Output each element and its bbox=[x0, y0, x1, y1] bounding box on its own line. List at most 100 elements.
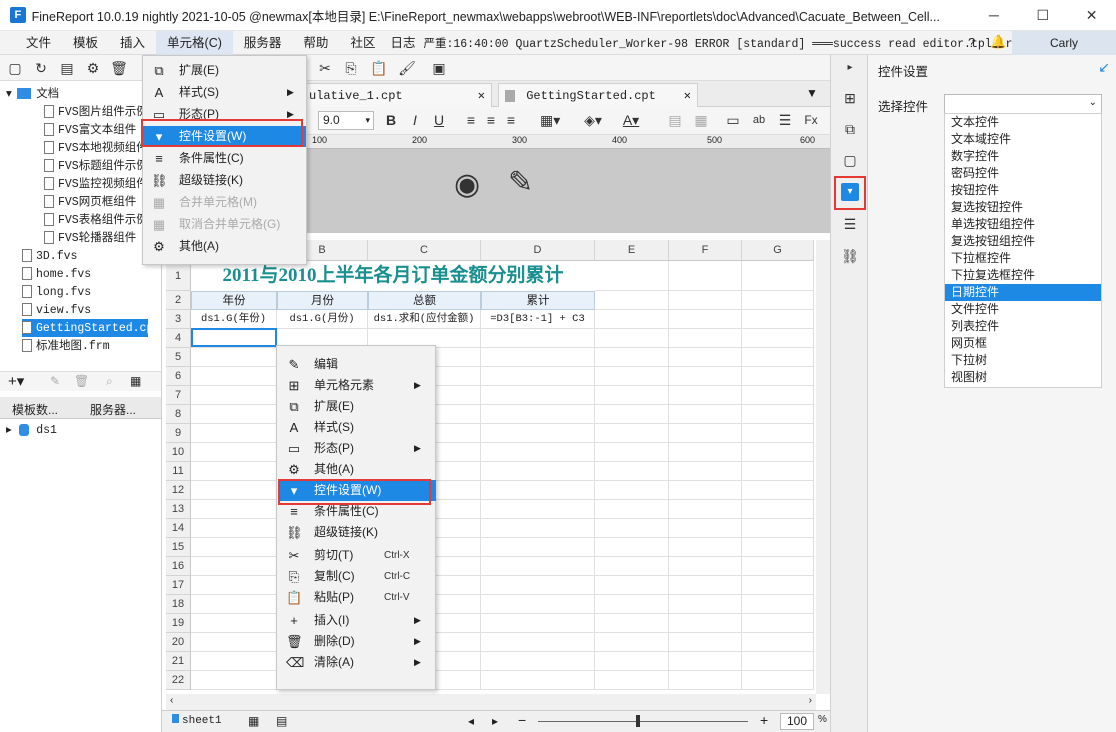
row-header[interactable]: 10 bbox=[166, 443, 191, 462]
context-menu-item[interactable]: ⛓ 超级链接(K) bbox=[278, 522, 436, 543]
row-header[interactable]: 18 bbox=[166, 595, 191, 614]
cell-menu-item[interactable]: ▦ 合并单元格(M) bbox=[143, 192, 306, 213]
row-header[interactable]: 6 bbox=[166, 367, 191, 386]
cell-menu-item[interactable]: ⛓ 超级链接(K) bbox=[143, 170, 306, 191]
cell-menu-item[interactable]: ▦ 取消合并单元格(G) bbox=[143, 214, 306, 235]
tab-server[interactable]: 服务器... bbox=[90, 401, 136, 418]
grid-cell[interactable] bbox=[742, 348, 814, 367]
maximize-button[interactable]: ☐ bbox=[1018, 0, 1067, 31]
file-item[interactable]: long.fvs bbox=[22, 283, 148, 301]
grid-cell[interactable] bbox=[191, 443, 277, 462]
grid-cell[interactable] bbox=[481, 595, 595, 614]
grid-cell[interactable] bbox=[481, 386, 595, 405]
context-menu-item[interactable]: ⎘ 复制(C) Ctrl-C bbox=[278, 566, 436, 587]
widget-option[interactable]: 下拉复选框控件 bbox=[945, 267, 1101, 284]
grid-cell[interactable] bbox=[742, 261, 814, 291]
bell-icon[interactable]: 🔔 bbox=[990, 34, 1006, 50]
hide-eye-icon[interactable]: ◉ bbox=[454, 167, 480, 202]
grid-cell[interactable] bbox=[191, 633, 277, 652]
cell-c3[interactable]: ds1.求和(应付金额) bbox=[368, 310, 481, 329]
grid-cell[interactable] bbox=[669, 671, 742, 690]
grid-cell[interactable] bbox=[742, 652, 814, 671]
grid-cell[interactable] bbox=[481, 405, 595, 424]
grid-cell[interactable] bbox=[191, 500, 277, 519]
cell-menu-item[interactable]: ⚙ 其他(A) bbox=[143, 236, 306, 257]
grid-cell[interactable] bbox=[595, 462, 669, 481]
align-right-icon[interactable]: ≡ bbox=[502, 111, 520, 129]
grid-cell[interactable] bbox=[669, 576, 742, 595]
font-color-icon[interactable]: A▾ bbox=[622, 111, 640, 129]
grid-cell[interactable] bbox=[595, 576, 669, 595]
tab-dataset[interactable]: 模板数... bbox=[12, 401, 58, 418]
style-icon[interactable]: ▢ bbox=[841, 151, 859, 169]
tree-root[interactable]: ▾ 文档 bbox=[6, 85, 59, 103]
zoom-in-icon[interactable]: + bbox=[760, 712, 768, 728]
grid-cell[interactable] bbox=[742, 576, 814, 595]
widget-option[interactable]: 列表控件 bbox=[945, 318, 1101, 335]
merge-icon[interactable]: ▤ bbox=[666, 111, 684, 129]
new-file-icon[interactable]: ▢ bbox=[6, 59, 24, 77]
context-menu-item[interactable]: ▾ 控件设置(W) bbox=[278, 480, 436, 501]
column-header[interactable]: E bbox=[595, 240, 669, 261]
grid-cell[interactable] bbox=[481, 671, 595, 690]
zoom-slider[interactable] bbox=[538, 721, 748, 722]
row-header[interactable]: 8 bbox=[166, 405, 191, 424]
grid-cell[interactable] bbox=[742, 291, 814, 310]
formula-icon[interactable]: Fx bbox=[802, 111, 820, 129]
grid-cell[interactable] bbox=[481, 538, 595, 557]
grid-cell[interactable] bbox=[481, 424, 595, 443]
grid-cell[interactable] bbox=[481, 633, 595, 652]
grid-cell[interactable] bbox=[481, 443, 595, 462]
context-menu-item[interactable]: ⧉ 扩展(E) bbox=[278, 396, 436, 417]
settings-icon[interactable]: ⚙ bbox=[84, 59, 102, 77]
grid-cell[interactable] bbox=[481, 614, 595, 633]
sheet-tab[interactable]: sheet1 bbox=[172, 714, 222, 727]
row-header[interactable]: 15 bbox=[166, 538, 191, 557]
grid-cell[interactable] bbox=[595, 652, 669, 671]
grid-cell[interactable] bbox=[191, 481, 277, 500]
file-item[interactable]: home.fvs bbox=[22, 265, 148, 283]
edit-icon[interactable]: ✎ bbox=[50, 374, 60, 388]
grid-cell[interactable] bbox=[669, 595, 742, 614]
file-item-selected[interactable]: GettingStarted.cpt bbox=[22, 319, 148, 337]
context-menu-item[interactable]: ✎ 编辑 bbox=[278, 354, 436, 375]
grid-cell[interactable] bbox=[595, 386, 669, 405]
add-sheet-icon[interactable]: ▦ bbox=[248, 714, 259, 728]
cell-a3[interactable]: ds1.G(年份) bbox=[191, 310, 277, 329]
grid-cell[interactable] bbox=[742, 671, 814, 690]
row-header[interactable]: 3 bbox=[166, 310, 191, 329]
widget-settings-icon[interactable]: ▾ bbox=[841, 183, 859, 201]
vertical-scrollbar[interactable] bbox=[816, 240, 830, 694]
grid-cell[interactable] bbox=[191, 386, 277, 405]
menu-cell[interactable]: 单元格(C) bbox=[156, 30, 233, 55]
grid-cell[interactable] bbox=[191, 671, 277, 690]
dataset-item[interactable]: ▸ ds1 bbox=[6, 421, 57, 439]
row-header[interactable]: 5 bbox=[166, 348, 191, 367]
widget-option[interactable]: 数字控件 bbox=[945, 148, 1101, 165]
header-year[interactable]: 年份 bbox=[191, 291, 277, 310]
grid-cell[interactable] bbox=[595, 557, 669, 576]
paste-icon[interactable]: 📋 bbox=[370, 59, 388, 77]
column-header[interactable]: G bbox=[742, 240, 814, 261]
grid-cell[interactable] bbox=[595, 424, 669, 443]
close-icon[interactable]: ✕ bbox=[478, 84, 485, 108]
widget-option[interactable]: 按钮控件 bbox=[945, 182, 1101, 199]
widget-option[interactable]: 下拉框控件 bbox=[945, 250, 1101, 267]
grid-cell[interactable] bbox=[191, 595, 277, 614]
column-header[interactable]: F bbox=[669, 240, 742, 261]
grid-cell[interactable] bbox=[481, 500, 595, 519]
grid-cell[interactable] bbox=[669, 462, 742, 481]
header-total[interactable]: 总额 bbox=[368, 291, 481, 310]
grid-cell[interactable] bbox=[742, 519, 814, 538]
grid-cell[interactable] bbox=[595, 329, 669, 348]
widget-option[interactable]: 单选按钮组控件 bbox=[945, 216, 1101, 233]
tab-list-icon[interactable]: ▼ bbox=[806, 86, 818, 100]
grid-cell[interactable] bbox=[669, 481, 742, 500]
grid-cell[interactable] bbox=[595, 500, 669, 519]
file-item[interactable]: 3D.fvs bbox=[22, 247, 148, 265]
scroll-right-icon[interactable]: › bbox=[809, 695, 812, 706]
grid-cell[interactable] bbox=[595, 519, 669, 538]
grid-cell[interactable] bbox=[481, 348, 595, 367]
cut-icon[interactable]: ✂ bbox=[316, 59, 334, 77]
grid-cell[interactable] bbox=[191, 348, 277, 367]
